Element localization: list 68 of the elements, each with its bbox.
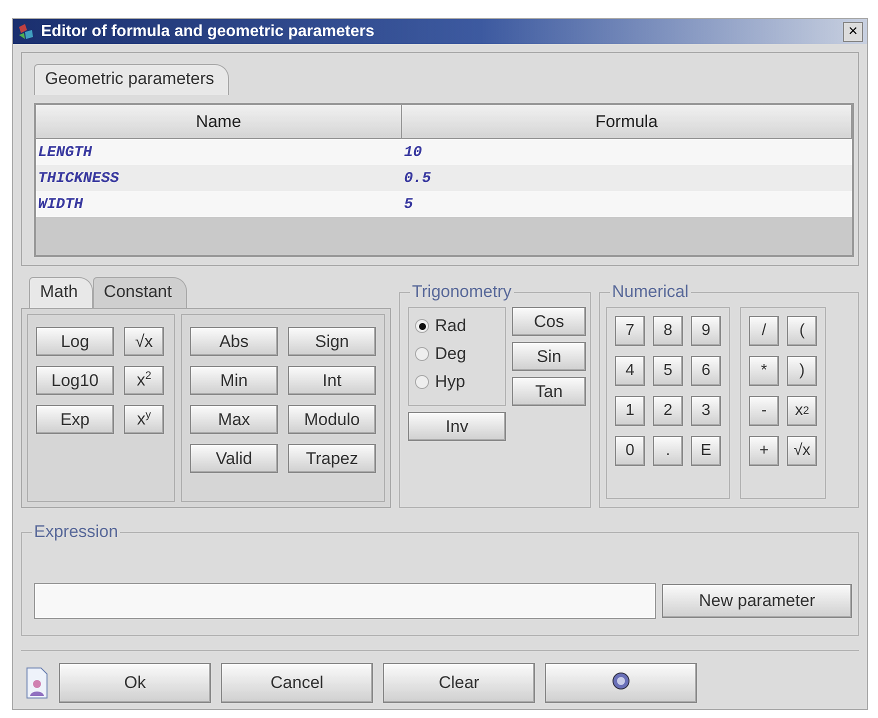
group-title: Expression — [32, 522, 120, 542]
function-button[interactable]: Sin — [512, 342, 586, 371]
function-button[interactable]: Sign — [288, 327, 376, 356]
key-button[interactable]: 6 — [691, 356, 721, 386]
radio-icon[interactable] — [415, 375, 429, 389]
inverse-button[interactable]: Inv — [408, 412, 506, 441]
operator-button[interactable]: √x — [787, 436, 817, 466]
operator-button[interactable]: * — [749, 356, 779, 386]
operator-button[interactable]: + — [749, 436, 779, 466]
table-cell-text: 0.5 — [403, 168, 432, 188]
function-button[interactable]: Cos — [512, 307, 586, 336]
tab[interactable]: Math — [29, 277, 93, 308]
table-cell-text: WIDTH — [37, 194, 84, 214]
key-button[interactable]: 0 — [615, 436, 645, 466]
dialog-button[interactable]: Ok — [59, 663, 211, 703]
expression-field[interactable] — [34, 583, 656, 619]
close-button[interactable]: × — [843, 22, 863, 42]
radio-icon[interactable] — [415, 319, 429, 333]
function-button[interactable]: x$^{y}$ — [124, 405, 164, 434]
operator-button[interactable]: ) — [787, 356, 817, 386]
key-button[interactable]: 5 — [653, 356, 683, 386]
key-button[interactable]: 1 — [615, 396, 645, 426]
operator-button[interactable]: ( — [787, 316, 817, 346]
function-button[interactable]: Int — [288, 366, 376, 395]
tab[interactable]: Geometric parameters — [34, 64, 230, 95]
table-cell-text: LENGTH — [37, 142, 94, 162]
function-button[interactable]: Modulo — [288, 405, 376, 434]
radio-option[interactable]: Deg — [415, 342, 499, 366]
operator-button[interactable]: - — [749, 396, 779, 426]
dialog-button[interactable]: Clear — [383, 663, 535, 703]
radio-label: Deg — [435, 344, 466, 364]
app-icon — [17, 22, 35, 40]
key-button[interactable]: 3 — [691, 396, 721, 426]
function-button[interactable]: x$^{2}$ — [124, 366, 164, 395]
table-cell-text: THICKNESS — [37, 168, 120, 188]
icon-button[interactable] — [545, 663, 697, 703]
group-title: Trigonometry — [410, 282, 514, 302]
key-button[interactable]: . — [653, 436, 683, 466]
function-button[interactable]: Abs — [190, 327, 278, 356]
circle-icon — [612, 672, 630, 690]
function-button[interactable]: Max — [190, 405, 278, 434]
tab[interactable]: Constant — [92, 277, 187, 308]
radio-option[interactable]: Rad — [415, 314, 499, 338]
table-cell-text: 10 — [403, 142, 424, 162]
key-button[interactable]: E — [691, 436, 721, 466]
new-parameter-button[interactable]: New parameter — [662, 584, 852, 618]
function-button[interactable]: Valid — [190, 444, 278, 473]
function-button[interactable]: Trapez — [288, 444, 376, 473]
function-button[interactable]: Min — [190, 366, 278, 395]
key-button[interactable]: 2 — [653, 396, 683, 426]
function-button[interactable]: Log10 — [36, 366, 114, 395]
window-title: Editor of formula and geometric parameters — [41, 22, 376, 40]
radio-option[interactable]: Hyp — [415, 370, 499, 394]
dialog-button[interactable]: Cancel — [221, 663, 373, 703]
radio-icon[interactable] — [415, 347, 429, 361]
table-cell-text: 5 — [403, 194, 414, 214]
key-button[interactable]: 9 — [691, 316, 721, 346]
radio-label: Hyp — [435, 372, 466, 392]
radio-label: Rad — [435, 316, 466, 336]
function-button[interactable]: Log — [36, 327, 114, 356]
document-icon[interactable] — [25, 667, 49, 699]
function-button[interactable]: Tan — [512, 377, 586, 406]
function-button[interactable]: √x — [124, 327, 164, 356]
operator-button[interactable]: / — [749, 316, 779, 346]
function-button[interactable]: Exp — [36, 405, 114, 434]
key-button[interactable]: 7 — [615, 316, 645, 346]
key-button[interactable]: 4 — [615, 356, 645, 386]
key-button[interactable]: 8 — [653, 316, 683, 346]
